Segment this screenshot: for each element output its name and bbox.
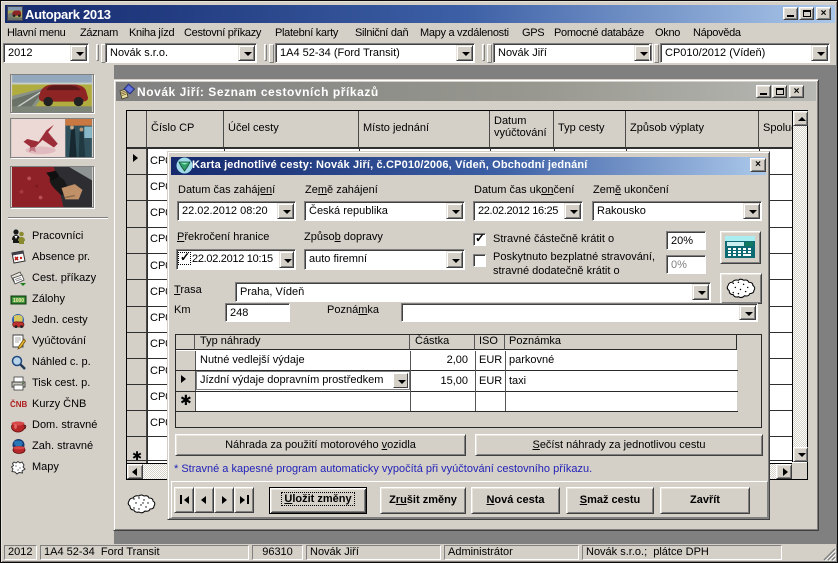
- svg-text:1000: 1000: [13, 298, 24, 304]
- svg-text:ČNB: ČNB: [10, 400, 28, 409]
